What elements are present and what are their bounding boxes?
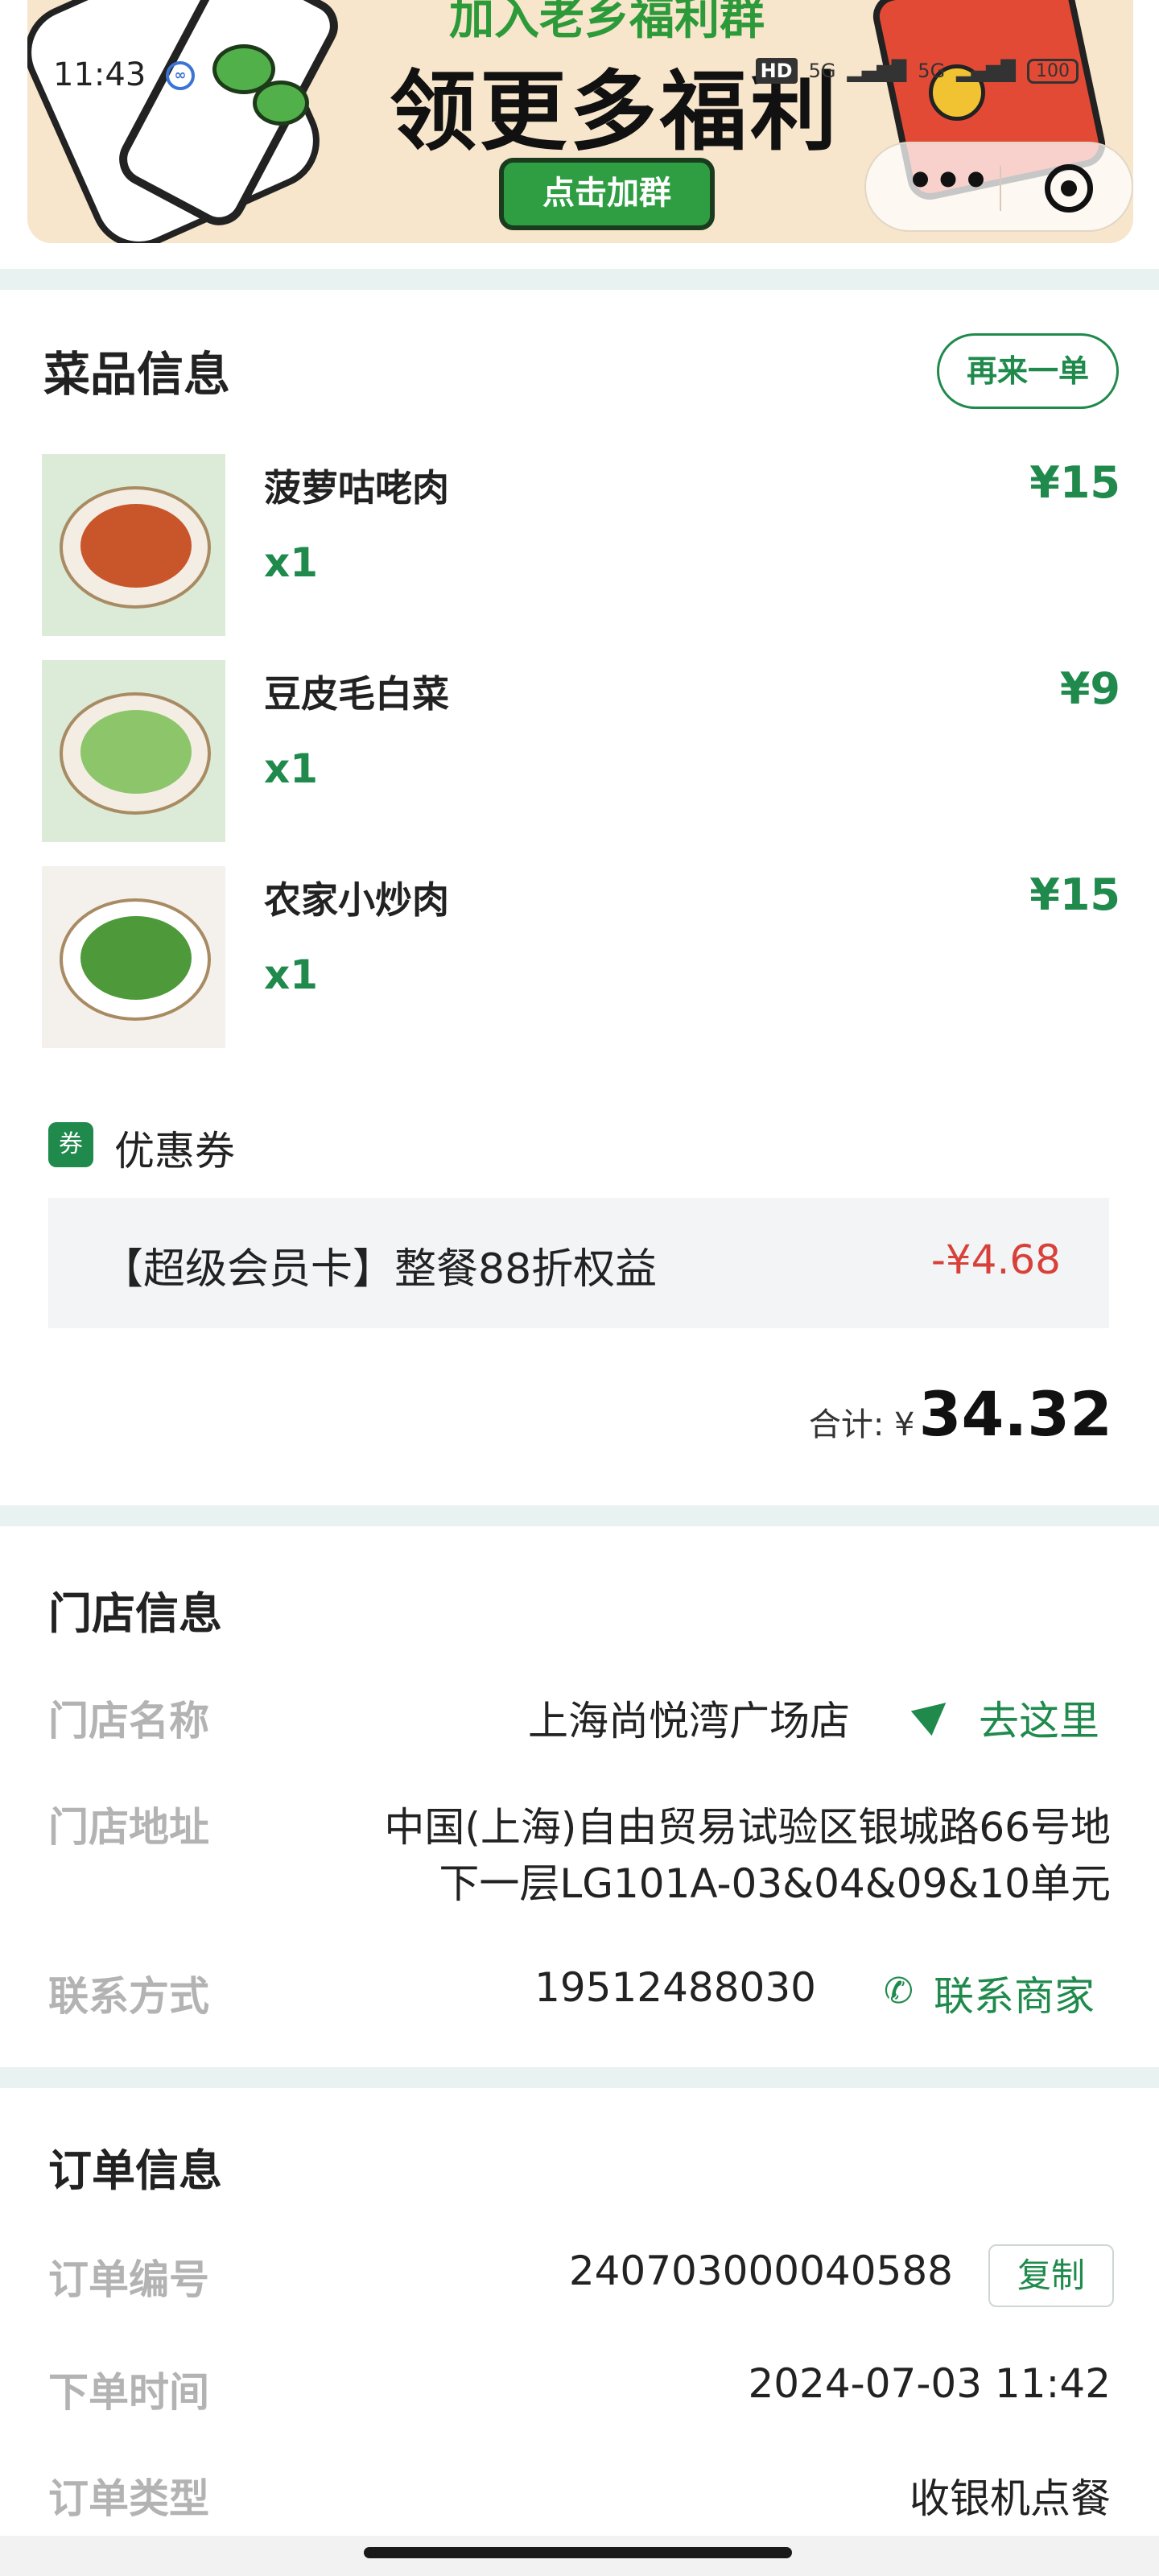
coupon-label: 优惠券 [114,1128,235,1174]
dish-image [42,866,225,1048]
contact-label: 联系方式 [48,1973,209,2020]
section-divider [0,269,1159,290]
navigate-link[interactable]: 去这里 [979,1689,1099,1747]
home-indicator[interactable] [364,2547,792,2558]
contact-merchant-link[interactable]: 联系商家 [934,1964,1095,2022]
status-bar: 11:43 ∞ HD 5G ▂▄▆█ 5G ▂▄▆█ 100 [0,50,1159,98]
signal-5g-icon: 5G [918,60,946,82]
dish-name: 农家小炒肉 [264,878,449,922]
status-time: 11:43 [53,56,146,93]
navigation-arrow-icon[interactable] [910,1690,957,1736]
coupon-description: 【超级会员卡】整餐88折权益 [101,1245,658,1294]
total-value: 34.32 [918,1378,1112,1450]
dish-price: ¥15 [1029,457,1120,508]
order-total: 合计: ¥ 34.32 [809,1378,1112,1450]
dish-quantity: x1 [264,952,319,998]
battery-icon: 100 [1027,58,1079,84]
coupon-row: 【超级会员卡】整餐88折权益 -¥4.68 [48,1198,1109,1328]
hd-icon: HD [755,58,798,84]
order-time-label: 下单时间 [48,2369,209,2416]
dishes-section-title: 菜品信息 [43,347,231,402]
total-label: 合计: ¥ [808,1406,915,1443]
coupon-discount: -¥4.68 [930,1236,1061,1283]
dish-item: 菠萝咕咾肉 x1 ¥15 [42,454,1120,636]
dish-item: 农家小炒肉 x1 ¥15 [42,866,1120,1048]
more-icon[interactable]: ••• [900,159,996,216]
signal-bars-icon: ▂▄▆█ [847,60,907,82]
store-address-line2: 下一层LG101A-03&04&09&10单元 [439,1860,1111,1907]
dish-price: ¥9 [1059,663,1120,714]
miniprogram-capsule: ••• [864,142,1133,232]
order-number-label: 订单编号 [48,2256,209,2303]
phone-icon[interactable]: ✆ [884,1971,914,2012]
store-name-value: 上海尚悦湾广场店 [528,1698,850,1744]
store-section-title: 门店信息 [48,1588,222,1639]
copy-button[interactable]: 复制 [988,2244,1114,2307]
order-type-label: 订单类型 [48,2475,209,2522]
store-name-label: 门店名称 [48,1698,209,1744]
dish-image [42,454,225,636]
dish-item: 豆皮毛白菜 x1 ¥9 [42,660,1120,842]
section-divider [0,2067,1159,2088]
dish-name: 豆皮毛白菜 [264,672,449,716]
dish-image [42,660,225,842]
signal-bars-icon: ▂▄▆█ [956,60,1016,82]
store-address-line1: 中国(上海)自由贸易试验区银城路66号地 [384,1804,1111,1851]
order-number-value: 240703000040588 [568,2248,953,2294]
system-icons: HD 5G ▂▄▆█ 5G ▂▄▆█ 100 [755,58,1079,84]
order-type-value: 收银机点餐 [909,2475,1111,2522]
reorder-button[interactable]: 再来一单 [937,333,1119,409]
capsule-divider [1000,166,1001,211]
close-miniprogram-icon[interactable] [1045,164,1093,213]
dish-quantity: x1 [264,745,319,792]
contact-phone: 19512488030 [534,1964,816,2011]
order-time-value: 2024-07-03 11:42 [748,2360,1111,2407]
dish-quantity: x1 [264,539,319,586]
dish-price: ¥15 [1029,869,1120,920]
dish-name: 菠萝咕咾肉 [264,466,449,510]
signal-5g-icon: 5G [808,60,836,82]
section-divider [0,1505,1159,1526]
app-notification-icon: ∞ [166,61,195,90]
join-group-button[interactable]: 点击加群 [499,158,715,230]
banner-subtitle: 加入老乡福利群 [449,0,765,45]
order-section-title: 订单信息 [48,2145,222,2196]
store-address-label: 门店地址 [48,1804,209,1851]
coupon-icon: 券 [48,1122,93,1167]
